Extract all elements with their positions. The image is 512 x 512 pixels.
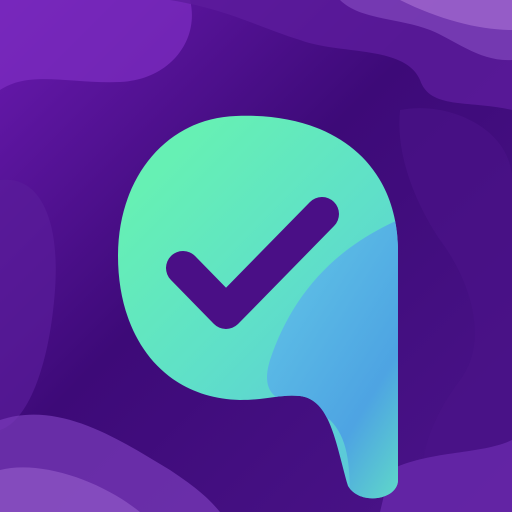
app-icon [0, 0, 512, 512]
app-icon-artwork [0, 0, 512, 512]
